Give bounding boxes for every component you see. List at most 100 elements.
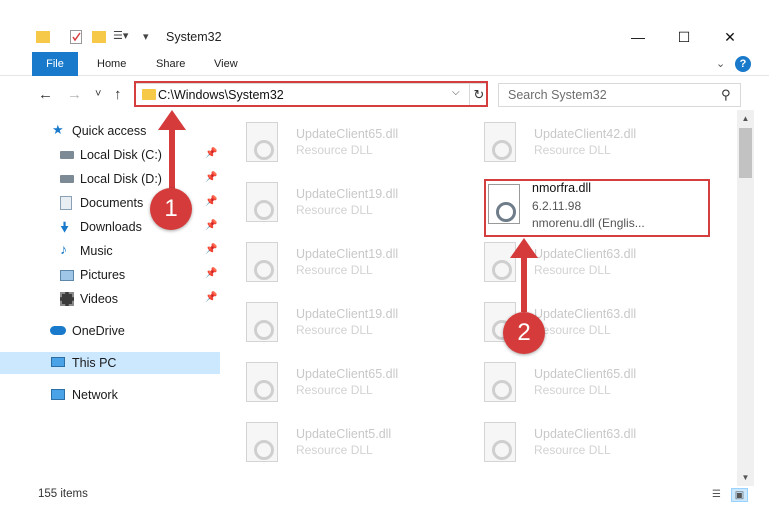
address-bar-highlight [134,81,488,107]
sidebar-item-quick-access[interactable]: ★ Quick access [0,120,220,142]
file-description: Resource DLL [296,263,373,277]
sidebar-item-this-pc[interactable]: This PC [0,352,220,374]
file-tile[interactable]: UpdateClient5.dll Resource DLL [222,416,452,468]
pictures-icon [60,270,74,281]
drive-icon [60,151,74,159]
sidebar-item-label: Network [72,388,118,402]
pin-icon[interactable]: 📌 [205,244,217,255]
sidebar-item-label: Documents [80,196,144,210]
step-2-badge: 2 [503,312,545,354]
search-input[interactable]: Search System32 ⚲ [498,83,741,107]
file-description: Resource DLL [534,263,611,277]
customize-toolbar-icon[interactable]: ☰▾ [113,29,128,42]
status-bar: 155 items ☰ ▣ [0,486,769,506]
search-placeholder: Search System32 [508,88,607,102]
computer-icon [51,357,65,367]
sidebar-item-onedrive[interactable]: OneDrive [0,320,220,342]
close-button[interactable]: ✕ [707,28,753,48]
new-folder-icon[interactable] [92,31,106,43]
pin-icon[interactable]: 📌 [205,148,217,159]
dll-file-icon [484,242,516,282]
sidebar-item-label: Pictures [80,268,126,282]
sidebar-item-music[interactable]: ♪ Music 📌 [0,240,220,262]
details-view-icon[interactable]: ☰ [708,488,725,502]
help-icon[interactable]: ? [735,56,751,72]
tab-file[interactable]: File [32,52,78,76]
dll-file-icon [484,422,516,462]
file-name: UpdateClient65.dll [534,367,637,381]
sidebar-item-network[interactable]: Network [0,384,220,406]
expand-ribbon-icon[interactable]: ⌄ [716,57,725,70]
search-icon[interactable]: ⚲ [721,87,731,103]
pin-icon[interactable]: 📌 [205,292,217,303]
file-tile[interactable]: UpdateClient63.dll Resource DLL [460,236,690,288]
tab-share[interactable]: Share [156,52,185,76]
dll-file-icon [246,362,278,402]
pin-icon[interactable]: 📌 [205,196,217,207]
sidebar-item-label: OneDrive [72,324,125,338]
file-list: UpdateClient65.dll Resource DLL UpdateCl… [222,110,737,486]
scroll-up-icon[interactable]: ▲ [737,110,754,127]
sidebar-item-pictures[interactable]: Pictures 📌 [0,264,220,286]
dll-file-icon [484,122,516,162]
pin-icon[interactable]: 📌 [205,220,217,231]
tab-home[interactable]: Home [97,52,126,76]
file-tile[interactable]: UpdateClient63.dll Resource DLL [460,416,690,468]
dll-file-icon [246,122,278,162]
vertical-scrollbar[interactable]: ▲ ▼ [737,110,754,486]
file-name: UpdateClient5.dll [296,427,392,441]
file-name: UpdateClient19.dll [296,247,399,261]
folder-icon[interactable] [36,31,50,43]
sidebar-item-label: Downloads [80,220,142,234]
scroll-thumb[interactable] [739,128,752,178]
file-tile[interactable]: UpdateClient19.dll Resource DLL [222,296,452,348]
quick-access-dropdown-icon[interactable]: ▾ [143,30,149,43]
dll-file-icon [246,242,278,282]
dll-file-icon [246,422,278,462]
minimize-button[interactable]: — [615,28,661,48]
music-icon: ♪ [60,241,67,257]
file-highlight [484,179,710,237]
file-name: UpdateClient63.dll [534,247,637,261]
drive-icon [60,175,74,183]
file-tile[interactable]: UpdateClient42.dll Resource DLL [460,116,690,168]
file-description: Resource DLL [534,443,611,457]
pin-icon[interactable]: 📌 [205,172,217,183]
properties-icon[interactable] [70,30,82,44]
file-description: Resource DLL [534,383,611,397]
dll-file-icon [246,182,278,222]
tiles-view-icon[interactable]: ▣ [731,488,748,502]
file-tile[interactable]: UpdateClient65.dll Resource DLL [222,116,452,168]
file-tile[interactable]: UpdateClient19.dll Resource DLL [222,176,452,228]
scroll-down-icon[interactable]: ▼ [737,469,754,486]
file-description: Resource DLL [296,323,373,337]
forward-button[interactable]: → [67,86,82,103]
sidebar-item-local-disk-c[interactable]: Local Disk (C:) 📌 [0,144,220,166]
documents-icon [60,196,72,210]
ribbon-tabs: File Home Share View ⌄ ? [0,52,769,76]
file-description: Resource DLL [534,323,611,337]
file-description: Resource DLL [296,143,373,157]
cloud-icon [50,326,66,335]
file-tile[interactable]: UpdateClient19.dll Resource DLL [222,236,452,288]
maximize-button[interactable]: ☐ [661,28,707,48]
back-button[interactable]: ← [38,86,53,103]
download-icon: 🠟 [60,219,70,235]
tab-view[interactable]: View [214,52,238,76]
sidebar-item-videos[interactable]: Videos 📌 [0,288,220,310]
file-tile[interactable]: UpdateClient63.dll Resource DLL [460,296,690,348]
sidebar-item-label: Music [80,244,113,258]
file-name: UpdateClient19.dll [296,187,399,201]
file-tile[interactable]: UpdateClient65.dll Resource DLL [222,356,452,408]
sidebar-item-label: Local Disk (C:) [80,148,162,162]
sidebar-item-label: Videos [80,292,118,306]
up-button[interactable]: ↑ [114,86,122,103]
file-name: UpdateClient63.dll [534,427,637,441]
step-1-badge: 1 [150,188,192,230]
file-tile[interactable]: UpdateClient65.dll Resource DLL [460,356,690,408]
dll-file-icon [246,302,278,342]
sidebar-item-local-disk-d[interactable]: Local Disk (D:) 📌 [0,168,220,190]
dll-file-icon [484,362,516,402]
pin-icon[interactable]: 📌 [205,268,217,279]
recent-locations-icon[interactable]: ˅ [95,88,101,100]
